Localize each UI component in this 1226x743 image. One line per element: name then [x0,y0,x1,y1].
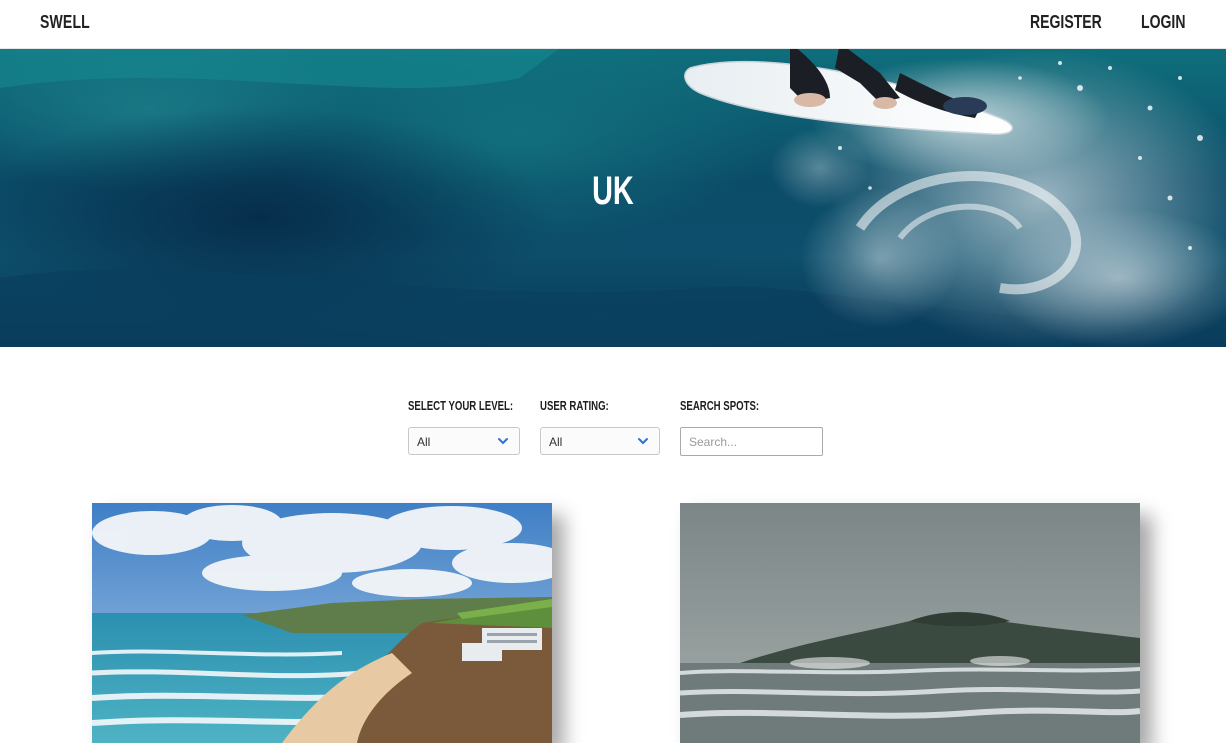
page-title: UK [0,169,1226,214]
spot-card-cliffs-beach[interactable] [92,503,552,743]
rating-filter-label: USER RATING: [540,398,609,413]
brand-logo[interactable]: SWELL [40,12,90,33]
spot-image-island-waves [680,503,1140,743]
hero-title-text: UK [592,169,634,213]
spot-card-island-waves[interactable] [680,503,1140,743]
rating-select[interactable]: All [540,427,660,455]
hero-banner: UK [0,48,1226,347]
level-select-value: All [417,435,431,449]
level-filter-label: SELECT YOUR LEVEL: [408,398,514,413]
chevron-down-icon [498,438,508,445]
chevron-down-icon [638,438,648,445]
login-link[interactable]: LOGIN [1141,12,1185,33]
level-select[interactable]: All [408,427,520,455]
register-link[interactable]: REGISTER [1030,12,1102,33]
spot-image-cliffs-beach [92,503,552,743]
navbar: SWELL REGISTER LOGIN [0,0,1226,49]
search-input[interactable] [680,427,823,456]
search-filter-label: SEARCH SPOTS: [680,398,760,413]
rating-select-value: All [549,435,563,449]
